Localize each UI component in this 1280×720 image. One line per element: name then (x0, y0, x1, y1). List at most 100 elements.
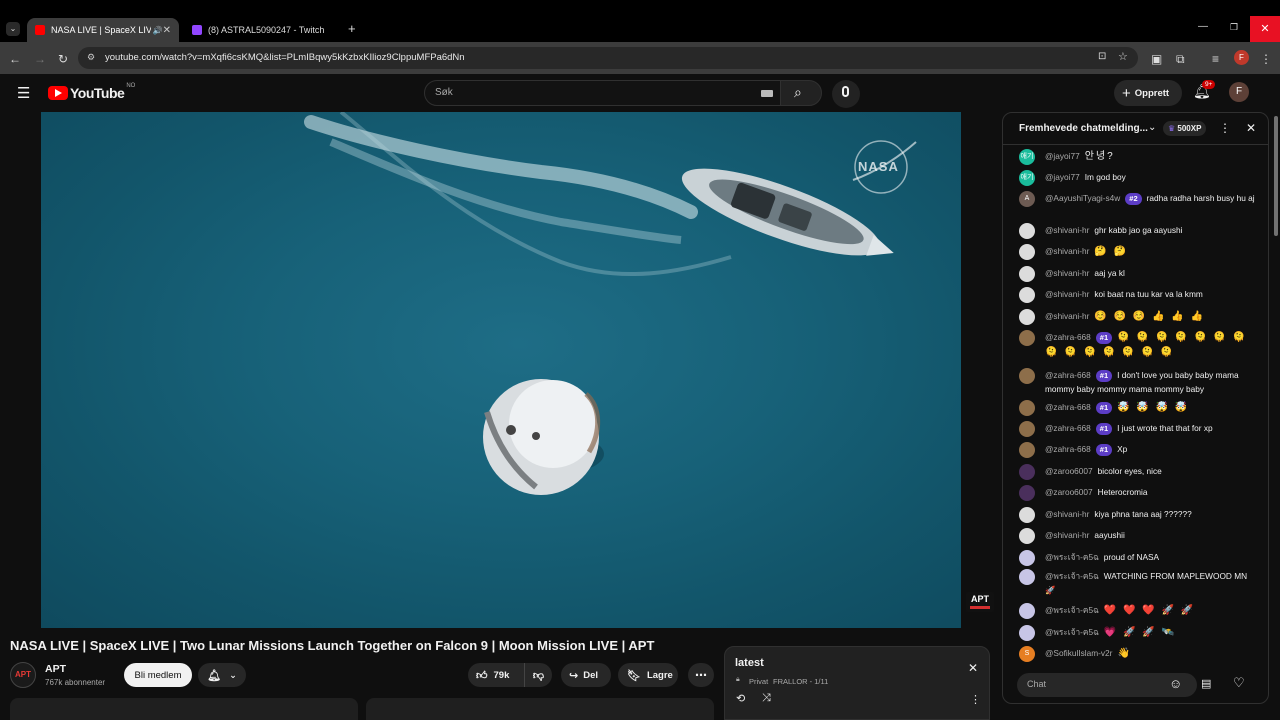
notification-settings-button[interactable]: 🔔︎ ⌄ (198, 663, 246, 687)
chat-username[interactable]: @zahra-668 (1045, 423, 1091, 433)
shuffle-icon[interactable]: ⤨ (762, 692, 771, 705)
description-card-edge (10, 698, 358, 720)
chat-avatar[interactable]: 애기 (1019, 170, 1035, 186)
chat-username[interactable]: @zahra-668 (1045, 402, 1091, 412)
chat-username[interactable]: @shivani-hr (1045, 530, 1089, 540)
playlist-title[interactable]: latest (735, 657, 764, 669)
chat-avatar[interactable] (1019, 550, 1035, 566)
heart-icon[interactable]: ♡ (1233, 675, 1245, 691)
youtube-logo[interactable]: YouTube NO (48, 83, 135, 101)
chat-username[interactable]: @zaroo6007 (1045, 466, 1093, 476)
chevron-down-icon[interactable]: ⌄ (1148, 122, 1156, 133)
site-info-icon[interactable]: ⚙ (87, 52, 95, 63)
media-controls-icon[interactable]: ≡ (1212, 52, 1219, 66)
minimize-icon[interactable]: — (1198, 21, 1208, 32)
chat-avatar[interactable] (1019, 485, 1035, 501)
dislike-button[interactable]: 👎︎ (524, 663, 552, 687)
chat-avatar[interactable] (1019, 421, 1035, 437)
voice-search-button[interactable] (832, 80, 860, 108)
video-player[interactable]: NASA (41, 112, 961, 628)
chat-avatar[interactable] (1019, 442, 1035, 458)
extension-icon-1[interactable]: ▣ (1151, 52, 1162, 66)
extensions-puzzle-icon[interactable]: ⧉ (1176, 52, 1185, 67)
tab-twitch[interactable]: (8) ASTRAL5090247 - Twitch (184, 18, 338, 42)
save-button[interactable]: 🔖︎ Lagre (618, 663, 678, 687)
audio-icon[interactable]: 🔊 (153, 26, 163, 35)
chat-username[interactable]: @พระเจ้า-ค5ฉ (1045, 552, 1099, 562)
chat-avatar[interactable]: S (1019, 646, 1035, 662)
chat-username[interactable]: @zahra-668 (1045, 332, 1091, 342)
chat-options-icon[interactable]: ⋮ (1219, 121, 1231, 135)
chat-avatar[interactable] (1019, 244, 1035, 260)
chat-username[interactable]: @shivani-hr (1045, 311, 1089, 321)
chat-username[interactable]: @พระเจ้า-ค5ฉ (1045, 571, 1099, 581)
chat-username[interactable]: @SofikulIslam-v2r (1045, 648, 1112, 658)
search-button[interactable]: ⌕ (780, 80, 822, 106)
chat-username[interactable]: @พระเจ้า-ค5ฉ (1045, 627, 1099, 637)
tab-youtube[interactable]: NASA LIVE | SpaceX LIVE | T 🔊 ✕ (27, 18, 179, 42)
chat-username[interactable]: @AayushiTyagi-s4w (1045, 193, 1120, 203)
like-button[interactable]: 👍︎ 79k (468, 663, 524, 687)
playlist-close-icon[interactable]: ✕ (968, 661, 978, 675)
chat-avatar[interactable] (1019, 266, 1035, 282)
join-button[interactable]: Bli medlem (124, 663, 192, 687)
account-avatar[interactable]: F (1229, 82, 1249, 102)
chat-avatar[interactable] (1019, 625, 1035, 641)
chat-username[interactable]: @shivani-hr (1045, 268, 1089, 278)
forward-icon[interactable]: → (34, 52, 46, 66)
channel-name[interactable]: APT (45, 663, 66, 675)
chat-avatar[interactable] (1019, 464, 1035, 480)
chat-avatar[interactable] (1019, 569, 1035, 585)
chat-username[interactable]: @jayoi77 (1045, 172, 1080, 182)
chat-avatar[interactable] (1019, 368, 1035, 384)
chat-username[interactable]: @พระเจ้า-ค5ฉ (1045, 605, 1099, 615)
restore-icon[interactable]: ❐ (1230, 22, 1238, 33)
chat-avatar[interactable] (1019, 400, 1035, 416)
chat-message-content: @zahra-668 #1 I don't love you baby baby m… (1045, 368, 1255, 396)
chat-username[interactable]: @shivani-hr (1045, 509, 1089, 519)
chat-username[interactable]: @jayoi77 (1045, 151, 1080, 161)
chat-username[interactable]: @shivani-hr (1045, 225, 1089, 235)
back-icon[interactable]: ← (9, 52, 21, 66)
channel-avatar[interactable]: APT (10, 662, 36, 688)
profile-avatar[interactable]: F (1234, 50, 1249, 65)
close-tab-icon[interactable]: ✕ (163, 25, 171, 36)
keyboard-icon[interactable] (761, 90, 773, 97)
loop-icon[interactable]: ⟲ (736, 692, 745, 705)
chat-mode-title[interactable]: Fremhevede chatmelding... (1019, 123, 1148, 134)
browser-menu-icon[interactable]: ⋮ (1260, 52, 1272, 66)
more-actions-button[interactable]: ⋯ (688, 663, 714, 687)
playlist-menu-icon[interactable]: ⋮ (970, 693, 981, 706)
chat-avatar[interactable] (1019, 309, 1035, 325)
super-chat-icon[interactable]: ▤ (1201, 677, 1211, 690)
close-window-button[interactable]: ✕ (1250, 16, 1280, 42)
chat-avatar[interactable] (1019, 603, 1035, 619)
install-icon[interactable]: ⊡ (1098, 51, 1106, 62)
create-button[interactable]: + Opprett (1114, 80, 1182, 106)
chat-avatar[interactable] (1019, 528, 1035, 544)
page-scrollbar[interactable] (1272, 112, 1280, 702)
bookmark-star-icon[interactable]: ☆ (1118, 50, 1128, 63)
xp-badge[interactable]: ♛ 500XP (1163, 121, 1207, 136)
chat-avatar[interactable]: 애기 (1019, 149, 1035, 165)
share-button[interactable]: ↪ Del (561, 663, 611, 687)
emoji-icon[interactable]: ☺ (1169, 676, 1182, 691)
chat-username[interactable]: @shivani-hr (1045, 246, 1089, 256)
search-input[interactable]: Søk (424, 80, 781, 106)
new-tab-icon[interactable]: + (348, 21, 356, 36)
chat-username[interactable]: @zaroo6007 (1045, 487, 1093, 497)
chat-username[interactable]: @zahra-668 (1045, 370, 1091, 380)
tab-list-icon[interactable]: ⌄ (6, 22, 20, 36)
chat-text: proud of NASA (1103, 552, 1160, 562)
chat-username[interactable]: @zahra-668 (1045, 444, 1091, 454)
chat-avatar[interactable] (1019, 223, 1035, 239)
reload-icon[interactable]: ↻ (58, 52, 68, 66)
chat-avatar[interactable] (1019, 330, 1035, 346)
chat-username[interactable]: @shivani-hr (1045, 289, 1089, 299)
chat-avatar[interactable] (1019, 507, 1035, 523)
menu-hamburger-icon[interactable]: ☰ (17, 84, 30, 102)
close-chat-icon[interactable]: ✕ (1246, 121, 1256, 135)
chat-avatar[interactable] (1019, 287, 1035, 303)
url-field[interactable]: ⚙ youtube.com/watch?v=mXqfi6csKMQ&list=P… (78, 47, 1138, 69)
chat-avatar[interactable]: A (1019, 191, 1035, 207)
